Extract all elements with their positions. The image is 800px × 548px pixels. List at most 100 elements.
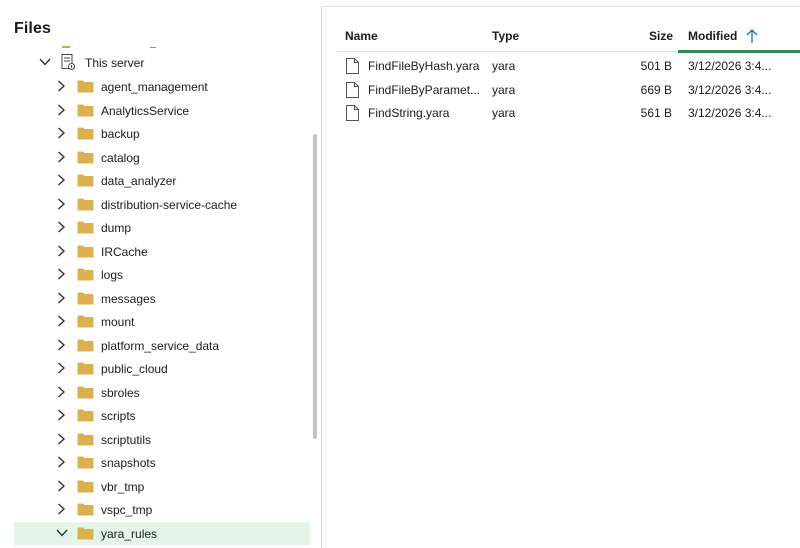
chevron-right-icon[interactable] (54, 173, 68, 187)
tree-item-folder[interactable]: yara_rules (14, 521, 310, 545)
folder-icon (77, 245, 94, 258)
folder-icon (77, 174, 94, 187)
column-header-type[interactable]: Type (492, 29, 519, 43)
chevron-right-icon[interactable] (54, 291, 68, 305)
chevron-right-icon[interactable] (54, 244, 68, 258)
server-icon (61, 54, 75, 70)
tree-item-label: vbr_tmp (101, 479, 145, 494)
chevron-right-icon[interactable] (54, 455, 68, 469)
tree-item-folder[interactable]: IRCache (14, 240, 310, 263)
tree-item-label: distribution-service-cache (101, 197, 238, 212)
folder-icon (77, 292, 94, 305)
tree-item-label: vspc_tmp (101, 503, 153, 517)
column-header-size[interactable]: Size (649, 29, 673, 43)
tree-item-label: scripts (101, 409, 136, 423)
folder-icon (77, 198, 94, 211)
file-row[interactable]: FindString.yara yara 561 B 3/12/2026 3:4... (337, 102, 800, 125)
folder-icon (77, 480, 94, 493)
folder-icon (77, 104, 94, 117)
tree-item-folder[interactable]: public_cloud (14, 357, 310, 380)
tree-item-label: agent_management (101, 80, 208, 94)
column-header-modified[interactable]: Modified (688, 29, 737, 43)
tree-item-label: AnalyticsService (101, 103, 190, 118)
tree-item-folder[interactable]: catalog (14, 146, 310, 169)
tree-item-label: dump (101, 221, 132, 235)
file-name-cell: FindFileByParamet... (368, 82, 480, 97)
folder-icon (77, 221, 94, 234)
file-type-cell: yara (492, 82, 516, 97)
tree-item-folder[interactable]: sbroles (14, 381, 310, 404)
column-header-name[interactable]: Name (345, 29, 378, 43)
folder-icon (77, 527, 94, 540)
tree-item-label: catalog (101, 150, 140, 165)
chevron-right-icon[interactable] (54, 361, 68, 375)
folder-icon (62, 42, 70, 48)
tree-item-folder[interactable]: mount (14, 310, 310, 333)
tree-item-label: This server (85, 56, 145, 70)
tree-item-folder[interactable]: snapshots (14, 451, 310, 474)
arrow-up-icon[interactable] (745, 28, 759, 44)
file-type-cell: yara (492, 59, 516, 73)
tree-item-label: mount (101, 315, 135, 329)
chevron-right-icon[interactable] (54, 314, 68, 328)
chevron-right-icon[interactable] (54, 103, 68, 117)
tree-item-folder[interactable]: distribution-service-cache (14, 193, 310, 216)
file-icon (346, 105, 359, 121)
folder-icon (77, 268, 94, 281)
tree-item-label: platform_service_data (101, 338, 220, 353)
files-tree-pane: Files This server agent_management Analy… (0, 0, 321, 548)
tree-item-label: sbroles (101, 385, 140, 400)
tree-scrollbar[interactable] (313, 134, 317, 439)
folder-tree: This server agent_management AnalyticsSer… (0, 36, 312, 548)
tree-item-this-server[interactable]: This server (14, 51, 310, 74)
tree-item-folder[interactable]: AnalyticsService (14, 99, 310, 122)
chevron-right-icon[interactable] (54, 197, 68, 211)
chevron-right-icon[interactable] (54, 408, 68, 422)
chevron-right-icon[interactable] (54, 79, 68, 93)
tree-item-label: public_cloud (101, 362, 168, 376)
folder-icon (77, 80, 94, 93)
tree-item-folder[interactable]: messages (14, 287, 310, 310)
file-size-cell: 561 B (640, 106, 672, 120)
chevron-right-icon[interactable] (54, 126, 68, 140)
tree-item-folder[interactable]: agent_management (14, 75, 310, 98)
chevron-right-icon[interactable] (54, 479, 68, 493)
file-modified-cell: 3/12/2026 3:4... (688, 59, 772, 73)
tree-item-folder[interactable]: vspc_tmp (14, 498, 310, 521)
tree-item-label: backup (101, 127, 140, 141)
folder-icon (77, 503, 94, 516)
tree-item-folder[interactable]: scriptutils (14, 428, 310, 451)
tree-item-folder[interactable]: data_analyzer (14, 169, 310, 192)
tree-item-folder[interactable]: logs (14, 263, 310, 286)
clipped-text (150, 42, 156, 48)
folder-icon (77, 151, 94, 164)
tree-item-folder[interactable]: backup (14, 122, 310, 145)
chevron-right-icon[interactable] (54, 150, 68, 164)
folder-icon (77, 315, 94, 328)
file-icon (346, 81, 359, 98)
chevron-right-icon[interactable] (54, 338, 68, 352)
file-type-cell: yara (492, 106, 516, 120)
tree-item-label: data_analyzer (101, 174, 177, 188)
file-size-cell: 669 B (640, 82, 672, 97)
chevron-down-icon[interactable] (55, 526, 69, 540)
chevron-right-icon[interactable] (54, 267, 68, 281)
chevron-right-icon[interactable] (54, 432, 68, 446)
file-row[interactable]: FindFileByParamet... yara 669 B 3/12/2026 3… (337, 79, 800, 102)
tree-item-label: IRCache (101, 244, 148, 259)
tree-item-folder[interactable]: platform_service_data (14, 334, 310, 357)
chevron-right-icon[interactable] (54, 220, 68, 234)
folder-icon (77, 362, 94, 375)
file-size-cell: 501 B (640, 59, 672, 73)
folder-icon (77, 386, 94, 399)
chevron-right-icon[interactable] (54, 502, 68, 516)
file-row[interactable]: FindFileByHash.yara yara 501 B 3/12/2026 3:… (337, 55, 800, 78)
file-list-pane: Name Type Size Modified FindFileByHash.y… (322, 7, 800, 548)
chevron-down-icon[interactable] (38, 55, 52, 69)
tree-item-label: scriptutils (101, 432, 152, 447)
tree-item-folder[interactable]: scripts (14, 404, 310, 427)
chevron-right-icon[interactable] (54, 385, 68, 399)
clipped-tree-row (30, 38, 170, 48)
tree-item-folder[interactable]: vbr_tmp (14, 475, 310, 498)
tree-item-folder[interactable]: dump (14, 216, 310, 239)
